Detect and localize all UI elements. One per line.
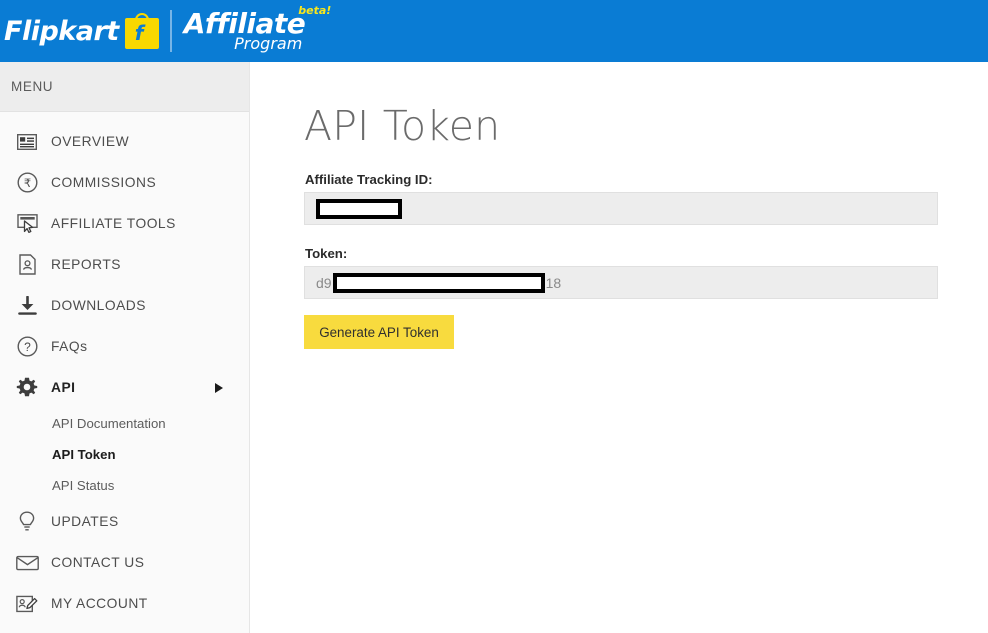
sidebar-item-faqs[interactable]: ? FAQs <box>0 326 249 367</box>
sidebar-item-label: UPDATES <box>51 514 119 529</box>
flipkart-wordmark: Flipkart <box>4 15 119 47</box>
token-value-suffix: 18 <box>545 274 562 291</box>
report-document-icon <box>14 253 40 277</box>
affiliate-program-wordmark: Affiliate Program beta! <box>184 4 332 52</box>
site-header: Flipkart f Affiliate Program beta! <box>0 0 988 62</box>
sidebar-item-label: FAQs <box>51 339 88 354</box>
sidebar-item-overview[interactable]: OVERVIEW <box>0 121 249 162</box>
sidebar-subitem-api-token[interactable]: API Token <box>0 439 249 470</box>
sidebar-item-label: REPORTS <box>51 257 121 272</box>
download-icon <box>14 294 40 318</box>
svg-text:?: ? <box>24 340 31 354</box>
sidebar-item-contact-us[interactable]: CONTACT US <box>0 542 249 583</box>
rupee-circle-icon: ₹ <box>14 171 40 195</box>
bag-letter: f <box>134 21 144 45</box>
sidebar-subitem-api-documentation[interactable]: API Documentation <box>0 408 249 439</box>
envelope-icon <box>14 551 40 575</box>
sidebar-item-label: DOWNLOADS <box>51 298 146 313</box>
sidebar-item-reports[interactable]: REPORTS <box>0 244 249 285</box>
sidebar-subitem-label: API Token <box>52 447 116 462</box>
question-circle-icon: ? <box>14 335 40 359</box>
tracking-id-label: Affiliate Tracking ID: <box>305 172 433 187</box>
sidebar-item-commissions[interactable]: ₹ COMMISSIONS <box>0 162 249 203</box>
sidebar-item-label: COMMISSIONS <box>51 175 157 190</box>
tracking-id-field[interactable] <box>304 192 938 225</box>
sidebar-subitem-label: API Status <box>52 478 115 493</box>
sidebar-item-updates[interactable]: UPDATES <box>0 501 249 542</box>
brand-logo[interactable]: Flipkart f Affiliate Program beta! <box>0 0 332 62</box>
token-field[interactable]: d9 18 <box>304 266 938 299</box>
generate-api-token-button[interactable]: Generate API Token <box>304 315 454 349</box>
sidebar-item-affiliate-tools[interactable]: AFFILIATE TOOLS <box>0 203 249 244</box>
page-title: API Token <box>304 102 501 150</box>
sidebar-item-label: MY ACCOUNT <box>51 596 148 611</box>
overview-icon <box>14 130 40 154</box>
sidebar-item-api[interactable]: API <box>0 367 249 408</box>
token-label: Token: <box>305 246 348 261</box>
account-edit-icon <box>14 592 40 616</box>
click-tool-icon <box>14 212 40 236</box>
redaction-bar <box>332 272 545 293</box>
sidebar-nav: OVERVIEW ₹ COMMISSIONS AFFILIATE TOOLS R… <box>0 112 249 624</box>
sidebar-item-label: CONTACT US <box>51 555 145 570</box>
svg-text:₹: ₹ <box>23 176 30 190</box>
sidebar-heading: MENU <box>0 62 249 112</box>
logo-divider <box>169 10 172 52</box>
main-content: API Token Affiliate Tracking ID: Token: … <box>251 62 988 633</box>
gear-icon <box>14 376 40 400</box>
sidebar-item-downloads[interactable]: DOWNLOADS <box>0 285 249 326</box>
sidebar-item-label: AFFILIATE TOOLS <box>51 216 176 231</box>
sidebar-item-label: API <box>51 380 76 395</box>
page-root: Flipkart f Affiliate Program beta! MENU <box>0 0 988 633</box>
sidebar: MENU OVERVIEW ₹ COMMISSIONS AFFILIATE TO… <box>0 62 250 633</box>
lightbulb-icon <box>14 510 40 534</box>
sidebar-subitem-api-status[interactable]: API Status <box>0 470 249 501</box>
beta-badge: beta! <box>298 4 332 17</box>
flipkart-bag-icon: f <box>124 13 159 49</box>
sidebar-item-label: OVERVIEW <box>51 134 130 149</box>
sidebar-subitem-label: API Documentation <box>52 416 166 431</box>
chevron-right-icon <box>215 382 223 393</box>
api-subnav: API Documentation API Token API Status <box>0 408 249 501</box>
token-value-prefix: d9 <box>316 274 332 291</box>
sidebar-item-my-account[interactable]: MY ACCOUNT <box>0 583 249 624</box>
redaction-bar <box>316 198 402 219</box>
